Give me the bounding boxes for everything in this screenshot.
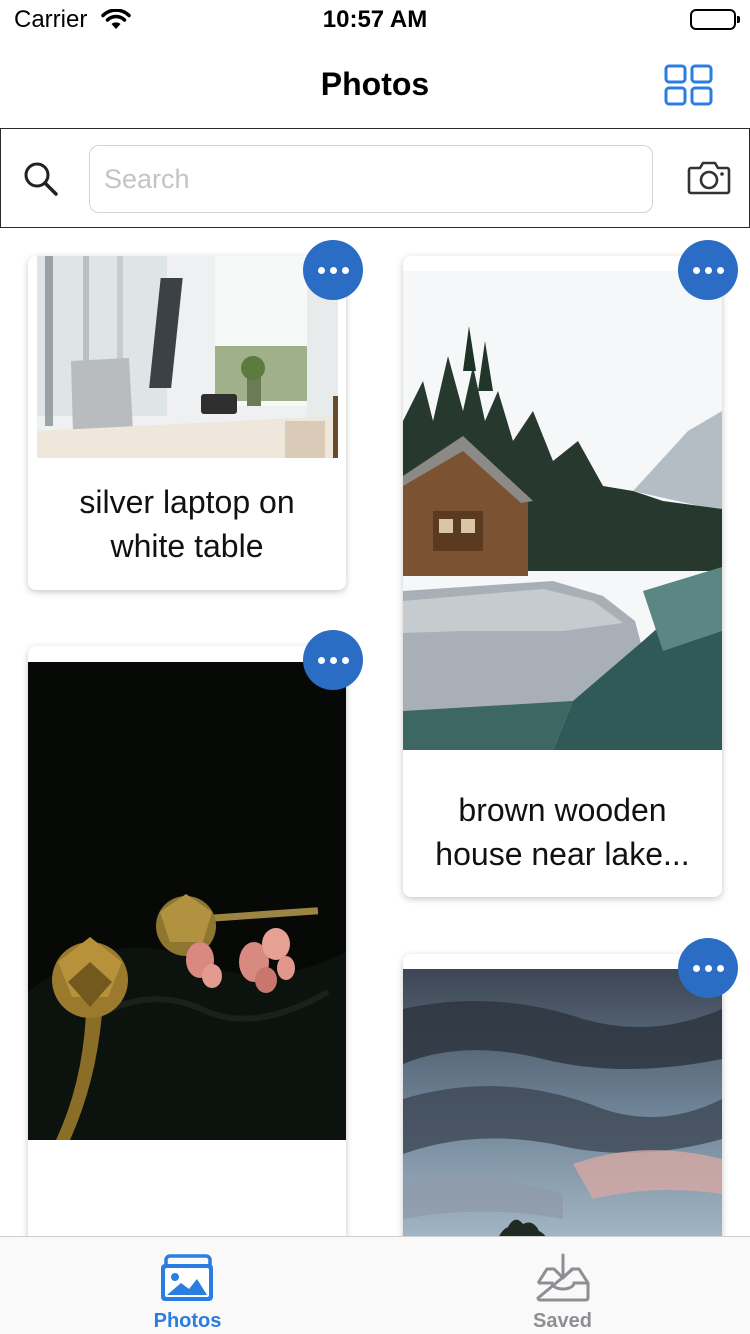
search-bar [0, 128, 750, 228]
photo-card[interactable] [28, 646, 346, 1246]
grid-icon [664, 64, 713, 106]
more-options-button[interactable] [678, 938, 738, 998]
card-caption: silver laptop on white table [79, 484, 295, 564]
lake-cabin-photo[interactable] [403, 271, 722, 750]
photo-card[interactable]: brown wooden house near lake... [403, 256, 722, 897]
tab-label: Photos [153, 1310, 222, 1332]
tab-photos[interactable]: Photos [0, 1237, 375, 1334]
status-bar: Carrier 10:57 AM [0, 0, 750, 40]
photo-card[interactable]: silver laptop on white table [28, 256, 346, 590]
search-input[interactable] [89, 145, 653, 213]
card-caption: brown wooden house near lake... [435, 792, 690, 872]
saved-tray-icon [534, 1253, 592, 1308]
more-options-button[interactable] [303, 630, 363, 690]
cloudy-sky-photo[interactable] [403, 969, 722, 1254]
camera-icon [687, 161, 731, 195]
tab-label: Saved [533, 1310, 592, 1332]
laptop-desk-photo[interactable] [37, 256, 338, 458]
grid-layout-button[interactable] [664, 64, 714, 106]
page-title: Photos [320, 66, 430, 102]
tab-saved[interactable]: Saved [375, 1237, 750, 1334]
nav-bar: Photos [0, 44, 750, 128]
photo-card[interactable] [403, 954, 722, 1254]
more-options-button[interactable] [303, 240, 363, 300]
search-icon[interactable] [23, 161, 59, 202]
clock: 10:57 AM [322, 6, 428, 33]
tab-bar: Photos Saved [0, 1236, 750, 1334]
artichoke-flowers-photo[interactable] [28, 662, 346, 1140]
camera-button[interactable] [687, 159, 731, 200]
more-options-button[interactable] [678, 240, 738, 300]
battery-icon [690, 9, 740, 30]
photos-icon [159, 1253, 217, 1308]
